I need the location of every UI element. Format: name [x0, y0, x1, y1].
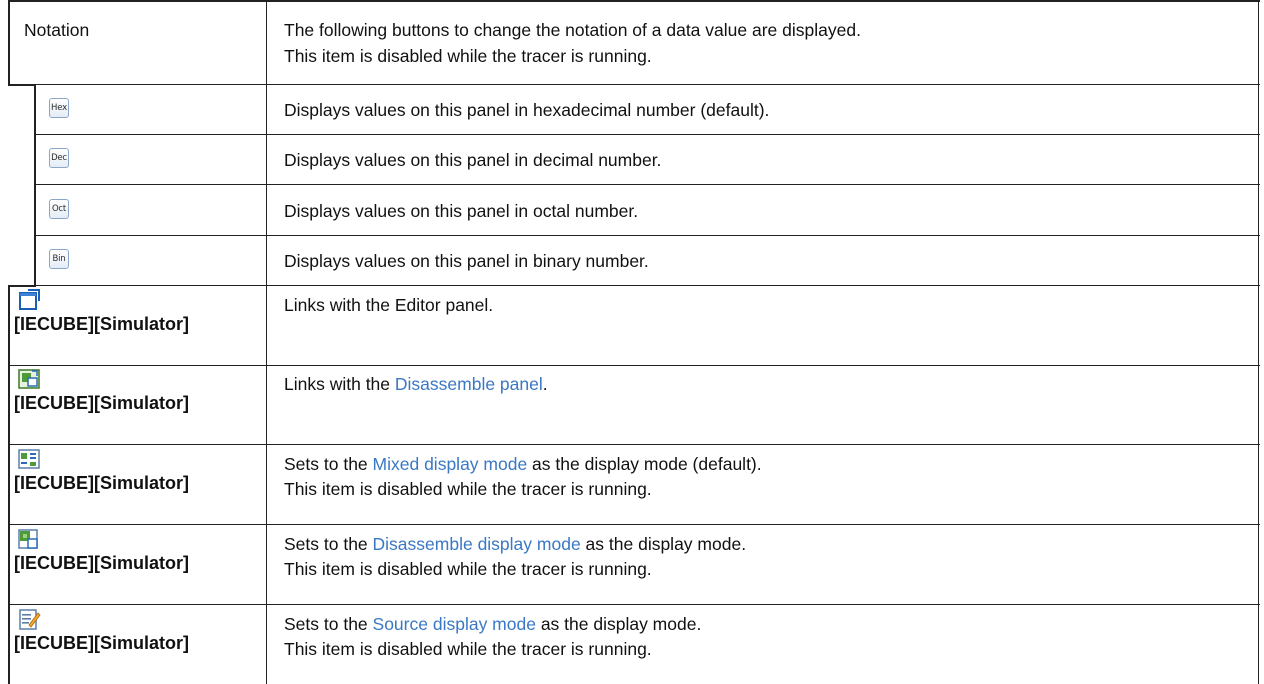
bin-icon[interactable]: Bin: [49, 249, 69, 269]
dec-desc: Displays values on this panel in decimal…: [284, 150, 662, 170]
iecube-simulator-label: [IECUBE][Simulator]: [14, 473, 189, 493]
hex-desc: Displays values on this panel in hexadec…: [284, 100, 770, 120]
disassemble-link-desc: Links with the Disassemble panel.: [284, 372, 548, 396]
disassemble-panel-link[interactable]: Disassemble panel: [395, 374, 543, 394]
disassemble-mode-desc-line-2: This item is disabled while the tracer i…: [284, 559, 652, 579]
table-top-border: [8, 0, 1260, 2]
row-separator: [8, 285, 1260, 286]
dec-icon[interactable]: Dec: [49, 148, 69, 168]
desc-text: as the display mode.: [580, 534, 747, 554]
row-separator: [8, 524, 1260, 525]
hex-icon[interactable]: Hex: [49, 98, 69, 118]
editor-link-icon[interactable]: [17, 289, 41, 311]
column-divider: [266, 0, 267, 684]
disassemble-display-mode-link[interactable]: Disassemble display mode: [373, 534, 581, 554]
mixed-mode-icon[interactable]: [17, 448, 41, 470]
desc-text: .: [542, 374, 548, 394]
desc-text: as the display mode (default).: [527, 454, 762, 474]
desc-text: Sets to the: [284, 614, 373, 634]
source-display-mode-link[interactable]: Source display mode: [373, 614, 536, 634]
subrow-left-border: [34, 84, 36, 287]
iecube-simulator-label: [IECUBE][Simulator]: [14, 393, 189, 413]
disassemble-link-icon[interactable]: [17, 368, 41, 390]
table-left-border-lower: [8, 285, 10, 684]
iecube-simulator-label: [IECUBE][Simulator]: [14, 633, 189, 653]
editor-link-desc: Links with the Editor panel.: [284, 293, 493, 317]
source-mode-desc-line-2: This item is disabled while the tracer i…: [284, 639, 652, 659]
row-separator: [8, 84, 1260, 85]
bin-desc: Displays values on this panel in binary …: [284, 251, 649, 271]
desc-text: as the display mode.: [535, 614, 702, 634]
desc-text: Sets to the: [284, 534, 373, 554]
desc-text: Sets to the: [284, 454, 373, 474]
oct-icon[interactable]: Oct: [49, 199, 69, 219]
mixed-mode-desc-line-1: Sets to the Mixed display mode as the di…: [284, 452, 762, 476]
row-separator: [8, 604, 1260, 605]
notation-desc-line-2: This item is disabled while the tracer i…: [284, 46, 652, 66]
mixed-display-mode-link[interactable]: Mixed display mode: [373, 454, 528, 474]
row-separator: [34, 184, 1260, 185]
source-mode-icon[interactable]: [17, 608, 41, 630]
iecube-simulator-label: [IECUBE][Simulator]: [14, 553, 189, 573]
row-separator: [34, 134, 1260, 135]
source-mode-desc-line-1: Sets to the Source display mode as the d…: [284, 612, 701, 636]
iecube-simulator-label: [IECUBE][Simulator]: [14, 314, 189, 334]
oct-desc: Displays values on this panel in octal n…: [284, 201, 639, 221]
table-left-border-top: [8, 0, 10, 84]
notation-label: Notation: [24, 20, 90, 40]
desc-text: Links with the: [284, 374, 395, 394]
notation-desc-line-1: The following buttons to change the nota…: [284, 20, 861, 40]
disassemble-mode-icon[interactable]: [17, 528, 41, 550]
row-separator: [34, 235, 1260, 236]
mixed-mode-desc-line-2: This item is disabled while the tracer i…: [284, 479, 652, 499]
row-separator: [8, 444, 1260, 445]
row-separator: [8, 365, 1260, 366]
table-right-border: [1258, 0, 1259, 684]
disassemble-mode-desc-line-1: Sets to the Disassemble display mode as …: [284, 532, 746, 556]
desc-text: Links with the Editor panel.: [284, 295, 494, 315]
